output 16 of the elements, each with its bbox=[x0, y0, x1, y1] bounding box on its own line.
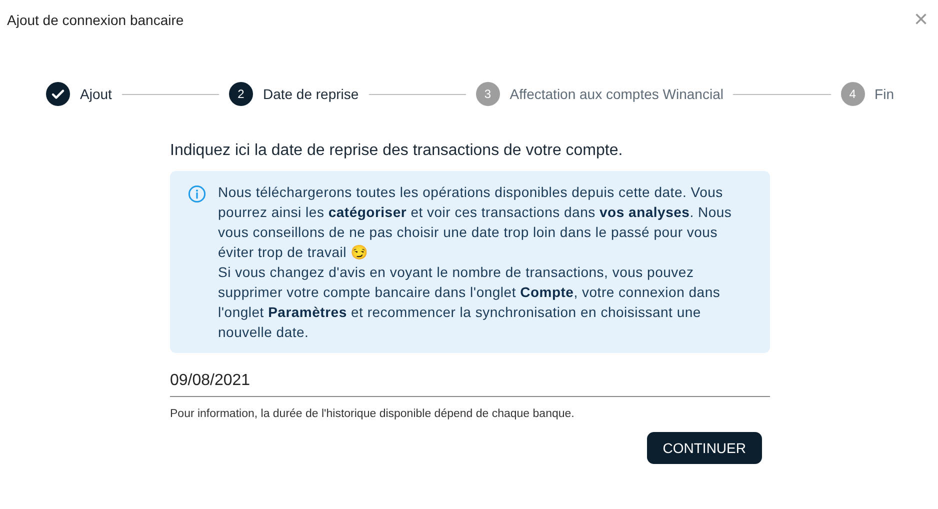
step-number: 4 bbox=[840, 82, 865, 106]
step-label: Fin bbox=[874, 86, 894, 102]
continue-button[interactable]: CONTINUER bbox=[646, 432, 762, 464]
step-label: Date de reprise bbox=[262, 86, 359, 102]
step-number: 3 bbox=[476, 82, 500, 106]
info-icon bbox=[188, 185, 206, 203]
dialog-title: Ajout de connexion bancaire bbox=[7, 12, 184, 28]
check-icon bbox=[46, 82, 70, 106]
step-label: Affectation aux comptes Winancial bbox=[510, 86, 724, 102]
info-paragraph: Si vous changez d'avis en voyant le nombre de transactions, vous pouvez supprimer votre compte bancaire dans l'onglet Compte, votre connexion dans l'onglet Paramètres et recommencer la synchronisation en choisissant une nouvelle date. bbox=[218, 263, 722, 342]
intro-text: Indiquez ici la date de reprise des transactions de votre compte. bbox=[170, 142, 624, 160]
info-paragraph: Nous téléchargerons toutes les opérations disponibles depuis cette date. Vous pourrez ainsi les catégoriser et voir ces transactions dans vos analyses. Nous vous conseillons de ne pas choisir une date trop loin dans le passé pour vous éviter trop de travail 😏 bbox=[218, 183, 733, 262]
step-label: Ajout bbox=[80, 86, 112, 102]
step-number: 2 bbox=[228, 82, 253, 106]
helper-text: Pour information, la durée de l'historique disponible dépend de chaque banque. bbox=[170, 408, 576, 420]
date-field[interactable]: 09/08/2021 bbox=[170, 367, 770, 397]
